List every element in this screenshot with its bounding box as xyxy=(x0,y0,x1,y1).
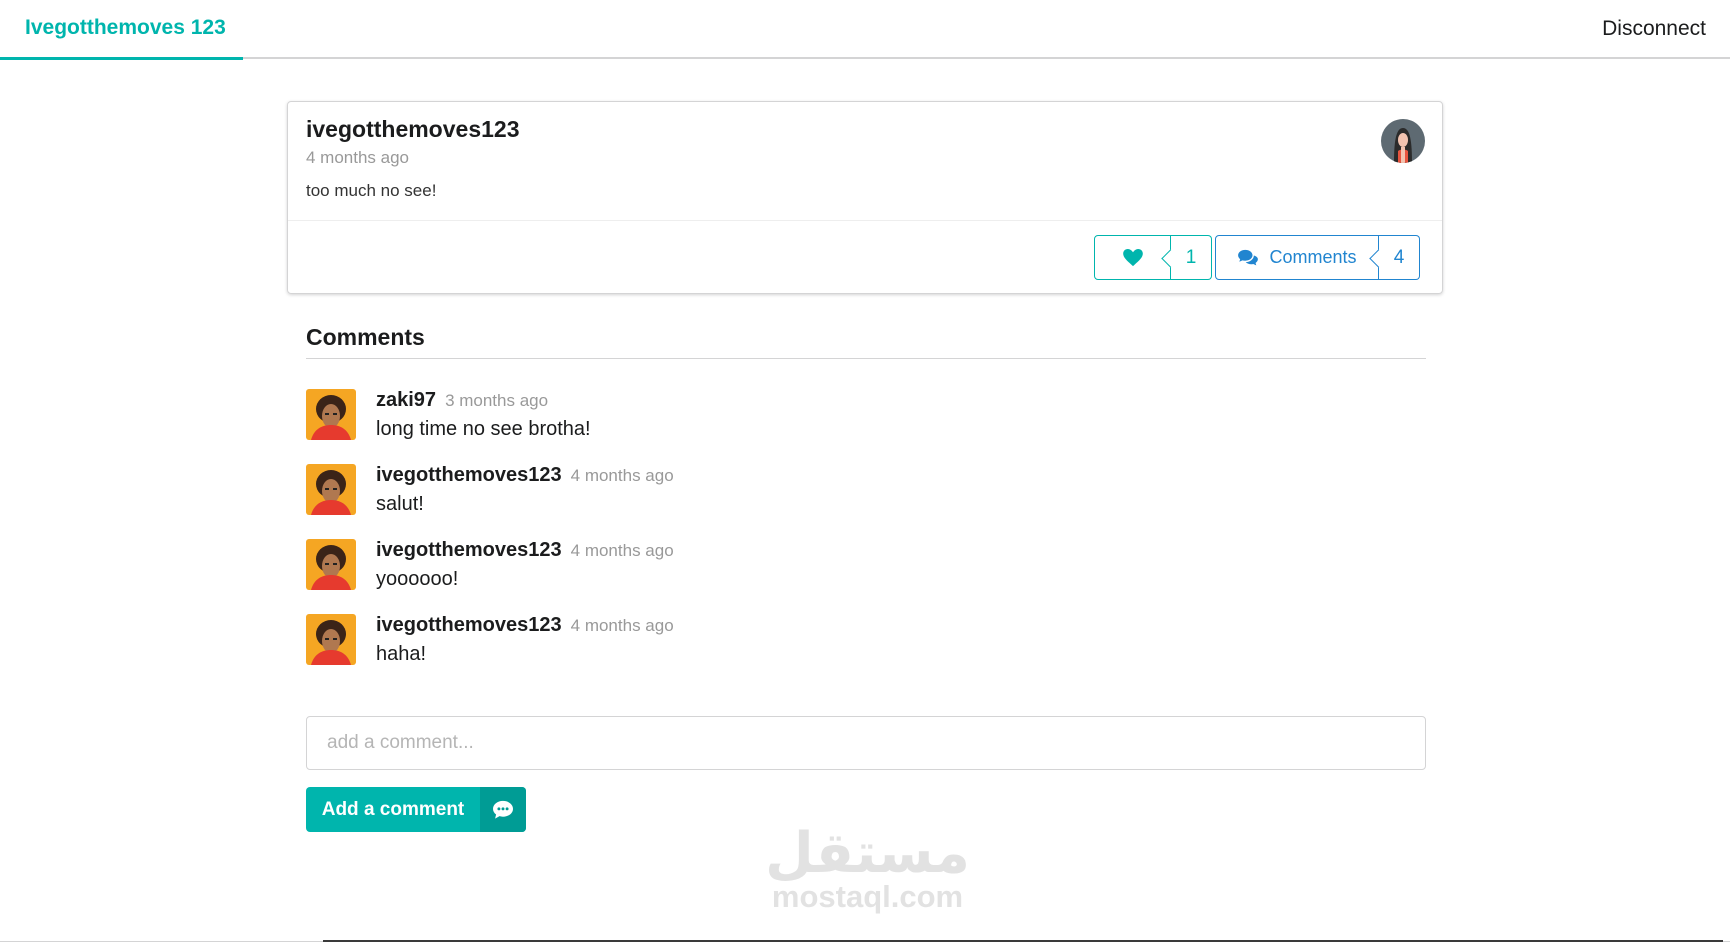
post-text: too much no see! xyxy=(306,181,437,200)
add-comment-button[interactable]: Add a comment xyxy=(306,787,526,832)
chat-bubble-icon xyxy=(480,787,526,832)
comment-avatar xyxy=(306,389,356,440)
mostaql-watermark: مستقل mostaql.com xyxy=(760,821,975,914)
post-time: 4 months ago xyxy=(306,148,410,167)
comment-item: ivegotthemoves123 4 months ago yoooooo! xyxy=(306,539,1106,599)
watermark-arabic: مستقل xyxy=(765,821,970,886)
comment-textarea[interactable] xyxy=(306,716,1426,770)
comment-avatar xyxy=(306,539,356,590)
comment-author-name[interactable]: ivegotthemoves123 xyxy=(376,464,562,486)
brand-menu-item[interactable]: Ivegotthemoves 123 xyxy=(0,0,243,60)
comment-item: zaki97 3 months ago long time no see brot… xyxy=(306,389,1106,449)
comment-author[interactable]: ivegotthemoves123 4 months ago xyxy=(376,464,674,487)
comment-author[interactable]: ivegotthemoves123 4 months ago xyxy=(376,614,674,637)
disconnect-menu-item[interactable]: Disconnect xyxy=(1602,17,1706,41)
comments-icon xyxy=(1238,249,1259,265)
comment-time: 4 months ago xyxy=(570,616,674,635)
comment-avatar xyxy=(306,614,356,665)
comment-text: salut! xyxy=(376,493,424,515)
post-divider xyxy=(288,220,1442,221)
comment-text: long time no see brotha! xyxy=(376,418,591,440)
watermark-latin: mostaql.com xyxy=(771,879,964,914)
comments-labeled-button: Comments 4 xyxy=(1215,235,1420,280)
comments-count: 4 xyxy=(1379,235,1420,280)
post-author[interactable]: ivegotthemoves123 xyxy=(306,116,519,143)
like-labeled-button: 1 xyxy=(1094,235,1212,280)
comment-text: haha! xyxy=(376,643,427,665)
comment-author[interactable]: ivegotthemoves123 4 months ago xyxy=(376,539,674,562)
comment-time: 4 months ago xyxy=(570,466,674,485)
post-card: ivegotthemoves123 4 months ago too much … xyxy=(287,101,1443,294)
comments-header: Comments xyxy=(306,324,1426,359)
like-count: 1 xyxy=(1171,235,1212,280)
add-comment-label: Add a comment xyxy=(321,798,465,820)
comment-item: ivegotthemoves123 4 months ago haha! xyxy=(306,614,1106,674)
comment-time: 4 months ago xyxy=(570,541,674,560)
heart-icon xyxy=(1122,248,1143,266)
comment-text: yoooooo! xyxy=(376,568,459,590)
top-menu: Ivegotthemoves 123 Disconnect xyxy=(0,0,1730,60)
comment-item: ivegotthemoves123 4 months ago salut! xyxy=(306,464,1106,524)
comment-author-name[interactable]: ivegotthemoves123 xyxy=(376,614,562,636)
comment-author-name[interactable]: zaki97 xyxy=(376,389,436,411)
post-author-avatar xyxy=(1381,119,1425,163)
comment-avatar xyxy=(306,464,356,515)
comments-button-label: Comments xyxy=(1269,247,1357,267)
comment-time: 3 months ago xyxy=(445,391,549,410)
like-button[interactable] xyxy=(1094,235,1171,280)
comment-author[interactable]: zaki97 3 months ago xyxy=(376,389,548,412)
comment-author-name[interactable]: ivegotthemoves123 xyxy=(376,539,562,561)
comments-button[interactable]: Comments xyxy=(1215,235,1379,280)
